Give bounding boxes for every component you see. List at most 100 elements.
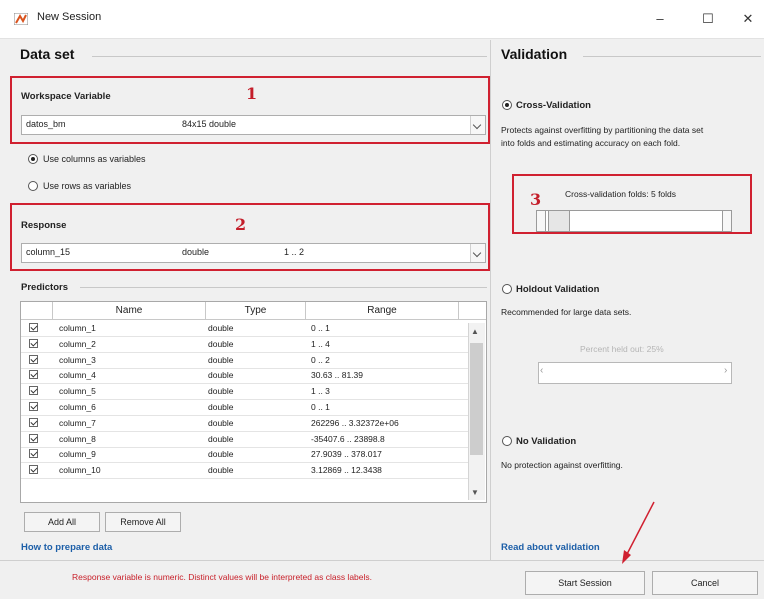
scroll-down-icon[interactable]: ▼	[471, 488, 479, 497]
matlab-app-icon	[14, 13, 28, 25]
holdout-validation-radio[interactable]	[502, 284, 512, 294]
start-session-button[interactable]: Start Session	[525, 571, 645, 595]
no-validation-label: No Validation	[516, 436, 577, 447]
row-checkbox[interactable]	[29, 370, 38, 380]
range-column-header[interactable]: Range	[306, 302, 459, 320]
cross-validation-desc-2: into folds and estimating accuracy on ea…	[501, 138, 681, 148]
row-type: double	[208, 323, 234, 333]
row-name: column_9	[59, 449, 96, 460]
holdout-percent-label: Percent held out: 25%	[580, 344, 664, 354]
folds-slider-right-arrow[interactable]	[722, 210, 732, 232]
row-name: column_10	[59, 465, 101, 476]
row-name: column_4	[59, 370, 96, 381]
dataset-title: Data set	[20, 46, 75, 62]
close-button[interactable]: ✕	[728, 6, 764, 32]
row-checkbox[interactable]	[29, 354, 38, 364]
table-row[interactable]: column_5 double 1 .. 3	[21, 384, 471, 401]
row-range: 0 .. 1	[311, 402, 330, 412]
cross-validation-label: Cross-Validation	[516, 100, 591, 111]
annotation-number-2: 2	[235, 215, 247, 234]
row-checkbox[interactable]	[29, 465, 38, 475]
minimize-button[interactable]: –	[640, 6, 680, 32]
no-validation-desc: No protection against overfitting.	[501, 460, 623, 470]
cross-validation-radio[interactable]	[502, 100, 512, 110]
chevron-down-icon	[470, 116, 485, 134]
maximize-button[interactable]: ☐	[688, 6, 728, 32]
table-row[interactable]: column_8 double -35407.6 .. 23898.8	[21, 432, 471, 448]
row-name: column_8	[59, 433, 96, 444]
folds-slider-left-arrow[interactable]	[536, 210, 546, 232]
predictors-rule	[80, 287, 487, 288]
name-column-header[interactable]: Name	[53, 302, 206, 320]
no-validation-radio[interactable]	[502, 436, 512, 446]
holdout-desc: Recommended for large data sets.	[501, 307, 632, 317]
table-row[interactable]: column_6 double 0 .. 1	[21, 400, 471, 416]
row-type: double	[208, 402, 234, 412]
row-range: 27.9039 .. 378.017	[311, 449, 382, 460]
status-message: Response variable is numeric. Distinct v…	[72, 572, 372, 582]
row-range: 0 .. 1	[311, 323, 330, 333]
workspace-variable-dropdown[interactable]: datos_bm 84x15 double	[21, 115, 486, 135]
folds-label: Cross-validation folds: 5 folds	[565, 189, 677, 199]
row-type: double	[208, 386, 234, 397]
row-checkbox[interactable]	[29, 449, 38, 459]
table-row[interactable]: column_10 double 3.12869 .. 12.3438	[21, 463, 471, 480]
row-type: double	[208, 433, 234, 444]
row-range: 3.12869 .. 12.3438	[311, 465, 382, 476]
row-range: 1 .. 3	[311, 386, 330, 397]
cross-validation-desc-1: Protects against overfitting by partitio…	[501, 125, 704, 135]
table-row[interactable]: column_4 double 30.63 .. 81.39	[21, 368, 471, 385]
use-columns-label: Use columns as variables	[43, 154, 146, 164]
table-row[interactable]: column_2 double 1 .. 4	[21, 337, 471, 353]
use-rows-label: Use rows as variables	[43, 181, 132, 191]
row-name: column_2	[59, 338, 96, 349]
holdout-slider-right-icon[interactable]: ›	[724, 365, 727, 376]
row-checkbox[interactable]	[29, 338, 38, 348]
remove-all-button[interactable]: Remove All	[105, 512, 181, 532]
table-row[interactable]: column_1 double 0 .. 1	[21, 321, 471, 337]
response-dropdown[interactable]: column_15 double 1 .. 2	[21, 243, 486, 263]
predictors-label: Predictors	[21, 282, 68, 293]
chevron-down-icon	[470, 244, 485, 262]
row-checkbox[interactable]	[29, 402, 38, 411]
row-range: 1 .. 4	[311, 338, 330, 349]
workspace-variable-info: 84x15 double	[182, 119, 237, 129]
validation-title: Validation	[501, 46, 568, 62]
spacer-column-header	[459, 302, 486, 320]
window-title: New Session	[37, 11, 102, 23]
use-columns-radio[interactable]	[28, 154, 38, 164]
table-row[interactable]: column_3 double 0 .. 2	[21, 353, 471, 369]
row-name: column_1	[59, 323, 96, 333]
holdout-slider[interactable]	[538, 362, 732, 384]
folds-slider-thumb[interactable]	[548, 210, 570, 232]
row-type: double	[208, 338, 234, 349]
row-type: double	[208, 417, 234, 428]
row-checkbox[interactable]	[29, 433, 38, 443]
response-name: column_15	[26, 247, 71, 257]
row-name: column_5	[59, 386, 96, 397]
validation-title-rule	[583, 56, 761, 57]
type-column-header[interactable]: Type	[206, 302, 306, 320]
cancel-button[interactable]: Cancel	[652, 571, 758, 595]
scroll-up-icon[interactable]: ▲	[471, 327, 479, 336]
row-type: double	[208, 465, 234, 476]
read-about-validation-link[interactable]: Read about validation	[501, 542, 600, 553]
how-to-prepare-data-link[interactable]: How to prepare data	[21, 542, 112, 553]
row-checkbox[interactable]	[29, 323, 38, 332]
dataset-title-rule	[92, 56, 487, 57]
response-type: double	[182, 247, 210, 257]
table-row[interactable]: column_9 double 27.9039 .. 378.017	[21, 447, 471, 464]
row-name: column_6	[59, 402, 96, 412]
predictors-table: Name Type Range column_1 double 0 .. 1 colu…	[20, 301, 487, 503]
add-all-button[interactable]: Add All	[24, 512, 100, 532]
table-scrollbar-thumb[interactable]	[470, 343, 483, 455]
row-range: 262296 .. 3.32372e+06	[311, 417, 399, 428]
row-type: double	[208, 449, 234, 460]
use-rows-radio[interactable]	[28, 181, 38, 191]
row-checkbox[interactable]	[29, 417, 38, 427]
response-range: 1 .. 2	[284, 247, 305, 257]
table-row[interactable]: column_7 double 262296 .. 3.32372e+06	[21, 416, 471, 432]
annotation-arrow-icon	[622, 501, 655, 564]
holdout-slider-left-icon[interactable]: ‹	[540, 365, 543, 376]
row-checkbox[interactable]	[29, 386, 38, 396]
